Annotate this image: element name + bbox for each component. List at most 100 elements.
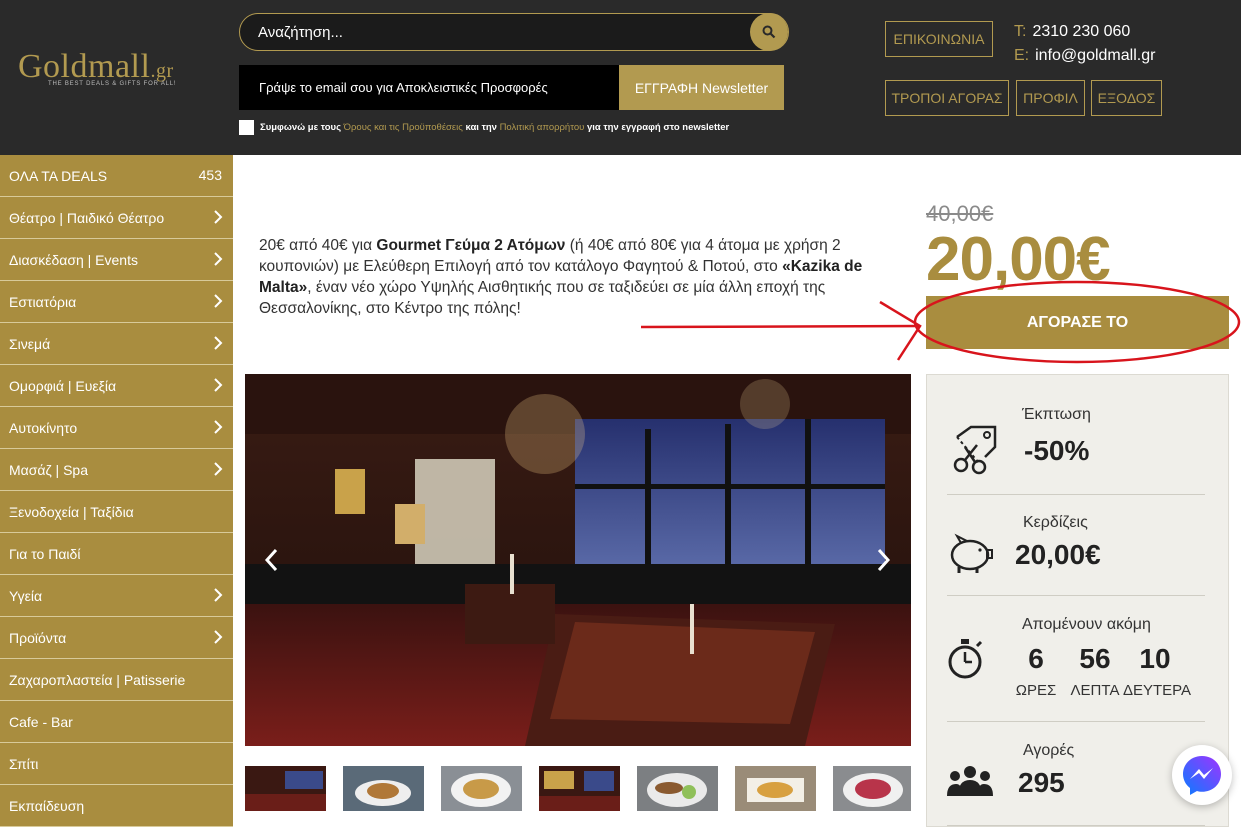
sidebar-item-label: Μασάζ | Spa — [9, 461, 88, 478]
phone-label: T: — [1014, 23, 1027, 40]
sidebar-item-label: Εστιατόρια — [9, 293, 77, 310]
sidebar-item-label: Για το Παιδί — [9, 545, 81, 562]
sidebar-item[interactable]: Ξενοδοχεία | Ταξίδια — [0, 491, 233, 533]
purchases-value: 295 — [1018, 767, 1065, 798]
sidebar-item[interactable]: Cafe - Bar — [0, 701, 233, 743]
logo-suffix: .gr — [150, 60, 174, 82]
gallery-thumbnails — [245, 766, 911, 811]
sidebar-item-label: Διασκέδαση | Events — [9, 251, 138, 268]
newsletter-email-input[interactable] — [239, 65, 619, 110]
minutes-value: 56 — [1079, 643, 1111, 674]
chevron-right-icon — [214, 420, 223, 434]
gallery-prev-icon[interactable] — [263, 547, 281, 573]
annotation-ellipse — [913, 280, 1241, 364]
category-list: Θέατρο | Παιδικό Θέατρο Διασκέδαση | Even… — [0, 197, 233, 827]
agree-checkbox[interactable] — [239, 120, 254, 135]
email-line: E: info@goldmall.gr — [1014, 47, 1155, 65]
sidebar-item-label: ΟΛΑ ΤΑ DEALS — [9, 167, 108, 184]
thumbnail-image[interactable] — [735, 766, 816, 811]
countdown-label: Απομένουν ακόμη — [1022, 616, 1151, 633]
thumbnail-image[interactable] — [245, 766, 326, 811]
logo-text: Goldmall — [18, 48, 151, 85]
sidebar-item-label: Σινεμά — [9, 335, 51, 352]
chevron-right-icon — [214, 462, 223, 476]
category-sidebar: ΟΛΑ ΤΑ DEALS 453 Θέατρο | Παιδικό Θέατρο… — [0, 155, 233, 827]
thumbnail-image[interactable] — [637, 766, 718, 811]
annotation-arrow-line — [640, 324, 921, 329]
people-icon — [947, 766, 993, 796]
chevron-right-icon — [214, 294, 223, 308]
sidebar-item[interactable]: Υγεία — [0, 575, 233, 617]
price-tag-scissors-icon — [953, 425, 997, 475]
agree-text-and: και την — [465, 122, 497, 133]
sidebar-item[interactable]: Για το Παιδί — [0, 533, 233, 575]
purchases-section: Αγορές 295 — [947, 722, 1205, 826]
restaurant-photo — [245, 374, 911, 746]
site-header: Goldmall.gr THE BEST DEALS & GIFTS FOR A… — [0, 0, 1241, 155]
sidebar-item-label: Υγεία — [9, 587, 43, 604]
deal-gallery[interactable] — [245, 374, 911, 746]
discount-value: -50% — [1024, 435, 1090, 466]
sidebar-item[interactable]: Σπίτι — [0, 743, 233, 785]
search-icon — [762, 25, 776, 39]
sidebar-item-all-deals[interactable]: ΟΛΑ ΤΑ DEALS 453 — [0, 155, 233, 197]
search-bar — [239, 13, 789, 51]
sidebar-item-label: Προϊόντα — [9, 629, 67, 646]
sidebar-item-label: Ξενοδοχεία | Ταξίδια — [9, 503, 134, 520]
hours-value: 6 — [1028, 643, 1044, 674]
sidebar-item[interactable]: Ζαχαροπλαστεία | Patisserie — [0, 659, 233, 701]
thumbnail-image[interactable] — [441, 766, 522, 811]
privacy-link[interactable]: Πολιτική απορρήτου — [500, 122, 585, 133]
phone-line: T: 2310 230 060 — [1014, 23, 1130, 41]
email-address[interactable]: info@goldmall.gr — [1035, 47, 1155, 64]
sidebar-item[interactable]: Σινεμά — [0, 323, 233, 365]
desc-highlight: Gourmet Γεύμα 2 Ατόμων — [376, 237, 566, 254]
chevron-right-icon — [214, 630, 223, 644]
search-input[interactable] — [258, 14, 738, 50]
sidebar-item-label: Αυτοκίνητο — [9, 419, 78, 436]
sidebar-item[interactable]: Ομορφιά | Ευεξία — [0, 365, 233, 407]
seconds-unit: ΔΕΥΤΕΡΑ — [1122, 682, 1192, 699]
contact-button[interactable]: ΕΠΙΚΟΙΝΩΝΙΑ — [885, 21, 993, 57]
thumbnail-image[interactable] — [539, 766, 620, 811]
agree-text-suffix: για την εγγραφή στο newsletter — [586, 122, 730, 133]
deals-count: 453 — [198, 167, 222, 183]
chevron-right-icon — [214, 210, 223, 224]
chevron-right-icon — [214, 588, 223, 602]
messenger-icon — [1183, 756, 1221, 795]
sidebar-item[interactable]: Μασάζ | Spa — [0, 449, 233, 491]
sidebar-item-label: Cafe - Bar — [9, 713, 73, 730]
gallery-next-icon[interactable] — [874, 547, 892, 573]
search-button[interactable] — [750, 13, 788, 51]
ways-to-buy-button[interactable]: ΤΡΟΠΟΙ ΑΓΟΡΑΣ — [885, 80, 1009, 116]
savings-label: Κερδίζεις — [1023, 514, 1088, 531]
sidebar-item[interactable]: Προϊόντα — [0, 617, 233, 659]
newsletter-subscribe-button[interactable]: ΕΓΓΡΑΦΗ Newsletter — [619, 65, 784, 110]
desc-text: 20€ από 40€ για — [259, 237, 377, 254]
annotation-arrow-head — [879, 300, 922, 361]
chevron-right-icon — [214, 252, 223, 266]
stopwatch-icon — [948, 639, 983, 679]
sidebar-item-label: Θέατρο | Παιδικό Θέατρο — [9, 209, 165, 226]
sidebar-item[interactable]: Εστιατόρια — [0, 281, 233, 323]
sidebar-item[interactable]: Αυτοκίνητο — [0, 407, 233, 449]
sidebar-item[interactable]: Θέατρο | Παιδικό Θέατρο — [0, 197, 233, 239]
newsletter-agree: Συμφωνώ με τους Όρους και τις Προϋποθέσε… — [239, 120, 729, 135]
discount-label: Έκπτωση — [1022, 406, 1091, 423]
profile-button[interactable]: ΠΡΟΦΙΛ — [1016, 80, 1085, 116]
sidebar-item[interactable]: Διασκέδαση | Events — [0, 239, 233, 281]
thumbnail-image[interactable] — [343, 766, 424, 811]
terms-link[interactable]: Όρους και τις Προϋποθέσεις — [344, 122, 463, 133]
sidebar-item-label: Εκπαίδευση — [9, 797, 85, 814]
logout-button[interactable]: ΕΞΟΔΟΣ — [1091, 80, 1162, 116]
chevron-right-icon — [214, 336, 223, 350]
thumbnail-image[interactable] — [833, 766, 911, 811]
seconds-value: 10 — [1139, 643, 1171, 674]
messenger-button[interactable] — [1172, 745, 1232, 805]
savings-section: Κερδίζεις 20,00€ — [947, 495, 1205, 596]
sidebar-item-label: Σπίτι — [9, 755, 39, 772]
sidebar-item[interactable]: Εκπαίδευση — [0, 785, 233, 827]
phone-number[interactable]: 2310 230 060 — [1032, 23, 1130, 40]
red-annotation — [640, 280, 1241, 364]
email-label: E: — [1014, 47, 1030, 64]
